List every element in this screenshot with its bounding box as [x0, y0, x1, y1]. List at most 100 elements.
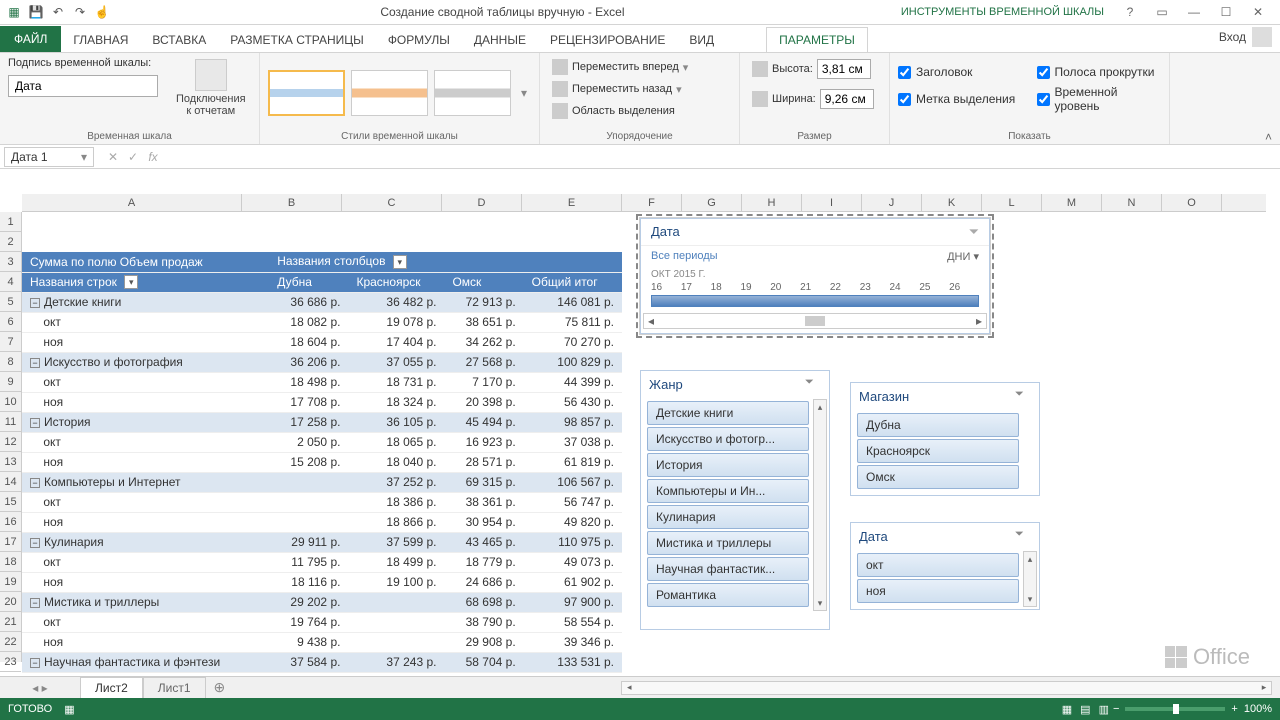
- slicer-item[interactable]: окт: [857, 553, 1019, 577]
- tab-review[interactable]: РЕЦЕНЗИРОВАНИЕ: [538, 28, 677, 52]
- pivot-row[interactable]: окт: [22, 432, 269, 452]
- row-header[interactable]: 20: [0, 592, 21, 612]
- pivot-row[interactable]: −Компьютеры и Интернет: [22, 472, 269, 492]
- width-input[interactable]: [820, 89, 874, 109]
- timeline-day[interactable]: 24: [890, 282, 920, 293]
- row-header[interactable]: 4: [0, 272, 21, 292]
- pivot-row[interactable]: −Научная фантастика и фэнтези: [22, 652, 269, 672]
- row-header[interactable]: 10: [0, 392, 21, 412]
- bring-forward-button[interactable]: Переместить вперед ▾: [548, 57, 692, 77]
- row-header[interactable]: 16: [0, 512, 21, 532]
- pivot-row[interactable]: ноя: [22, 332, 269, 352]
- zoom-out-icon[interactable]: −: [1113, 703, 1119, 715]
- pivot-row[interactable]: −Кулинария: [22, 532, 269, 552]
- col-header[interactable]: G: [682, 194, 742, 211]
- selection-pane-button[interactable]: Область выделения: [548, 101, 679, 121]
- slicer-item[interactable]: Научная фантастик...: [647, 557, 809, 581]
- timeline-day[interactable]: 16: [651, 282, 681, 293]
- timeline-scrollbar[interactable]: ◂ ▸: [643, 313, 987, 329]
- tab-view[interactable]: ВИД: [677, 28, 726, 52]
- row-header[interactable]: 11: [0, 412, 21, 432]
- timeline-style-2[interactable]: [351, 70, 428, 116]
- slicer-store[interactable]: Магазин⏷ ДубнаКрасноярскОмск: [850, 382, 1040, 496]
- slicer-date-scrollbar[interactable]: ▴▾: [1023, 551, 1037, 607]
- zoom-slider[interactable]: [1125, 707, 1225, 711]
- slicer-item[interactable]: История: [647, 453, 809, 477]
- row-header[interactable]: 15: [0, 492, 21, 512]
- slicer-store-clear-icon[interactable]: ⏷: [1015, 388, 1031, 404]
- tab-page-layout[interactable]: РАЗМЕТКА СТРАНИЦЫ: [218, 28, 376, 52]
- pivot-row[interactable]: −Искусство и фотография: [22, 352, 269, 372]
- row-header[interactable]: 14: [0, 472, 21, 492]
- view-page-icon[interactable]: ▤: [1080, 703, 1090, 716]
- add-sheet-button[interactable]: ⊕: [206, 676, 234, 699]
- row-header[interactable]: 2: [0, 232, 21, 252]
- slicer-genre[interactable]: Жанр⏷ ▴▾ Детские книгиИскусство и фотогр…: [640, 370, 830, 630]
- slicer-item[interactable]: Красноярск: [857, 439, 1019, 463]
- worksheet-grid[interactable]: ABCDEFGHIJKLMNO 123456789101112131415161…: [0, 194, 1280, 676]
- col-header[interactable]: K: [922, 194, 982, 211]
- tab-formulas[interactable]: ФОРМУЛЫ: [376, 28, 462, 52]
- row-header[interactable]: 21: [0, 612, 21, 632]
- timeline-caption-input[interactable]: [8, 75, 158, 97]
- slicer-item[interactable]: Детские книги: [647, 401, 809, 425]
- chk-scrollbar[interactable]: Полоса прокрутки: [1037, 63, 1162, 81]
- enter-formula-icon[interactable]: ✓: [124, 150, 142, 164]
- timeline-clear-icon[interactable]: ⏷: [969, 224, 979, 240]
- row-header[interactable]: 19: [0, 572, 21, 592]
- timeline-day[interactable]: 22: [830, 282, 860, 293]
- row-header[interactable]: 12: [0, 432, 21, 452]
- col-header[interactable]: I: [802, 194, 862, 211]
- pivot-table[interactable]: Сумма по полю Объем продажНазвания столб…: [22, 252, 622, 673]
- name-box[interactable]: Дата 1▾: [4, 147, 94, 167]
- sheet-tab-other[interactable]: Лист1: [143, 677, 206, 698]
- col-header[interactable]: A: [22, 194, 242, 211]
- row-header[interactable]: 5: [0, 292, 21, 312]
- tab-file[interactable]: ФАЙЛ: [0, 26, 61, 52]
- hscroll-left-icon[interactable]: ◂: [622, 682, 636, 694]
- pivot-row[interactable]: −Детские книги: [22, 292, 269, 312]
- row-header[interactable]: 13: [0, 452, 21, 472]
- timeline-style-1[interactable]: [268, 70, 345, 116]
- col-header[interactable]: F: [622, 194, 682, 211]
- row-header[interactable]: 23: [0, 652, 21, 672]
- scroll-up-icon[interactable]: ▴: [1024, 552, 1036, 566]
- row-header[interactable]: 9: [0, 372, 21, 392]
- send-backward-button[interactable]: Переместить назад ▾: [548, 79, 686, 99]
- minimize-icon[interactable]: —: [1180, 2, 1208, 22]
- zoom-level[interactable]: 100%: [1244, 703, 1272, 715]
- timeline-style-3[interactable]: [434, 70, 511, 116]
- touch-mode-icon[interactable]: ☝: [92, 2, 112, 22]
- undo-icon[interactable]: ↶: [48, 2, 68, 22]
- pivot-row[interactable]: −История: [22, 412, 269, 432]
- row-header[interactable]: 8: [0, 352, 21, 372]
- slicer-item[interactable]: Романтика: [647, 583, 809, 607]
- view-normal-icon[interactable]: ▦: [1062, 703, 1072, 716]
- sheet-nav[interactable]: ◂ ▸: [0, 681, 80, 695]
- col-header[interactable]: B: [242, 194, 342, 211]
- timeline-scroll-thumb[interactable]: [805, 316, 825, 326]
- scroll-down-icon[interactable]: ▾: [1024, 592, 1036, 606]
- col-header[interactable]: C: [342, 194, 442, 211]
- sheet-tab-active[interactable]: Лист2: [80, 677, 143, 698]
- timeline-level-dropdown[interactable]: ДНИ ▾: [947, 250, 979, 263]
- height-input[interactable]: [817, 59, 871, 79]
- col-header[interactable]: N: [1102, 194, 1162, 211]
- col-header[interactable]: O: [1162, 194, 1222, 211]
- tab-home[interactable]: ГЛАВНАЯ: [61, 28, 140, 52]
- pivot-row[interactable]: окт: [22, 372, 269, 392]
- slicer-date[interactable]: Дата⏷ ▴▾ октноя: [850, 522, 1040, 610]
- timeline-day[interactable]: 20: [770, 282, 800, 293]
- slicer-item[interactable]: Мистика и триллеры: [647, 531, 809, 555]
- styles-more-icon[interactable]: ▾: [517, 86, 531, 100]
- slicer-item[interactable]: Компьютеры и Ин...: [647, 479, 809, 503]
- close-icon[interactable]: ✕: [1244, 2, 1272, 22]
- pivot-row[interactable]: ноя: [22, 452, 269, 472]
- chk-timelevel[interactable]: Временной уровень: [1037, 83, 1162, 115]
- row-header[interactable]: 3: [0, 252, 21, 272]
- timeline-scroll-left-icon[interactable]: ◂: [644, 314, 658, 328]
- horizontal-scrollbar[interactable]: ◂ ▸: [621, 681, 1272, 695]
- row-header[interactable]: 22: [0, 632, 21, 652]
- col-header[interactable]: L: [982, 194, 1042, 211]
- col-header[interactable]: M: [1042, 194, 1102, 211]
